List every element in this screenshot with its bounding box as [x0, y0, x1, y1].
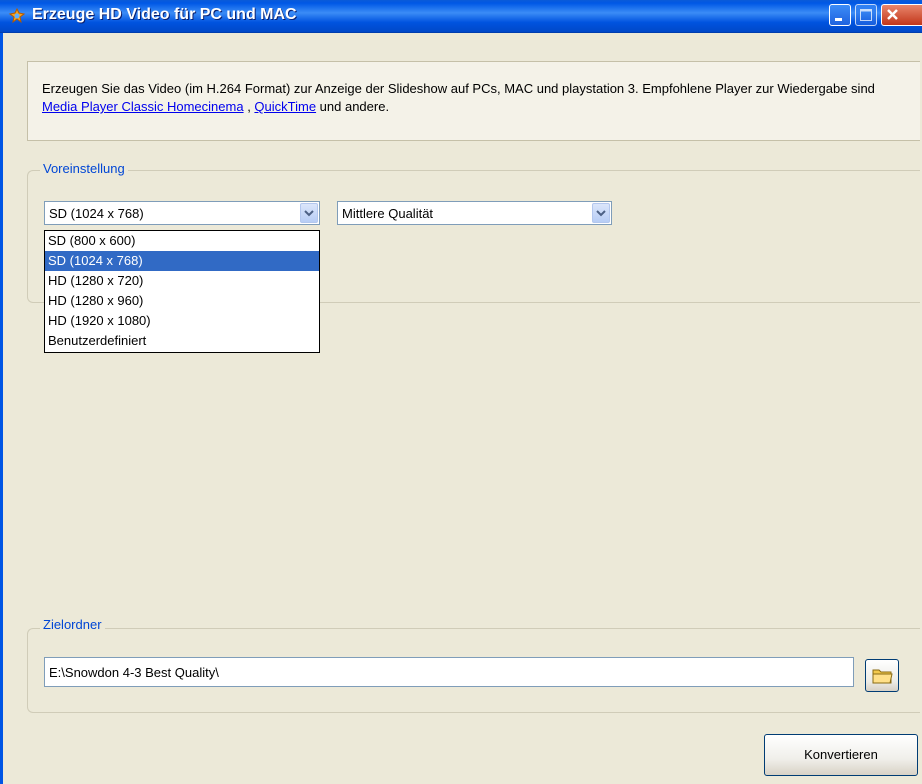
resolution-option[interactable]: HD (1280 x 960) [45, 291, 319, 311]
resolution-select[interactable]: SD (1024 x 768) [44, 201, 320, 225]
description-separator: , [243, 99, 255, 114]
resolution-dropdown-button[interactable] [300, 203, 318, 223]
resolution-option[interactable]: HD (1280 x 720) [45, 271, 319, 291]
app-icon [8, 7, 26, 24]
resolution-selected-value: SD (1024 x 768) [49, 206, 144, 221]
description-text: Erzeugen Sie das Video (im H.264 Format)… [42, 80, 912, 116]
quicktime-link[interactable]: QuickTime [254, 99, 316, 114]
close-button[interactable] [881, 4, 922, 26]
convert-button[interactable]: Konvertieren [764, 734, 918, 776]
description-outro: und andere. [316, 99, 390, 114]
resolution-option[interactable]: HD (1920 x 1080) [45, 311, 319, 331]
description-panel: Erzeugen Sie das Video (im H.264 Format)… [27, 61, 920, 141]
target-path-value: E:\Snowdon 4-3 Best Quality\ [49, 665, 219, 680]
resolution-dropdown-list: SD (800 x 600) SD (1024 x 768) HD (1280 … [44, 230, 320, 353]
quality-dropdown-button[interactable] [592, 203, 610, 223]
maximize-icon [860, 9, 872, 21]
minimize-icon [835, 18, 842, 21]
resolution-option-selected[interactable]: SD (1024 x 768) [45, 251, 319, 271]
quality-selected-value: Mittlere Qualität [342, 206, 434, 221]
quality-select[interactable]: Mittlere Qualität [337, 201, 612, 225]
chevron-down-icon [304, 210, 314, 217]
description-intro: Erzeugen Sie das Video (im H.264 Format)… [42, 81, 875, 96]
resolution-option[interactable]: SD (800 x 600) [45, 231, 319, 251]
resolution-option[interactable]: Benutzerdefiniert [45, 331, 319, 351]
window-title: Erzeuge HD Video für PC und MAC [32, 6, 297, 23]
close-icon [887, 9, 898, 20]
preset-legend: Voreinstellung [40, 161, 128, 176]
title-bar[interactable]: Erzeuge HD Video für PC und MAC [0, 0, 922, 33]
folder-icon [872, 669, 893, 684]
target-folder-legend: Zielordner [40, 617, 105, 632]
target-path-input[interactable]: E:\Snowdon 4-3 Best Quality\ [44, 657, 854, 687]
media-player-classic-link[interactable]: Media Player Classic Homecinema [42, 99, 244, 114]
maximize-button[interactable] [855, 4, 877, 26]
minimize-button[interactable] [829, 4, 851, 26]
browse-folder-button[interactable] [865, 659, 899, 692]
chevron-down-icon [596, 210, 606, 217]
